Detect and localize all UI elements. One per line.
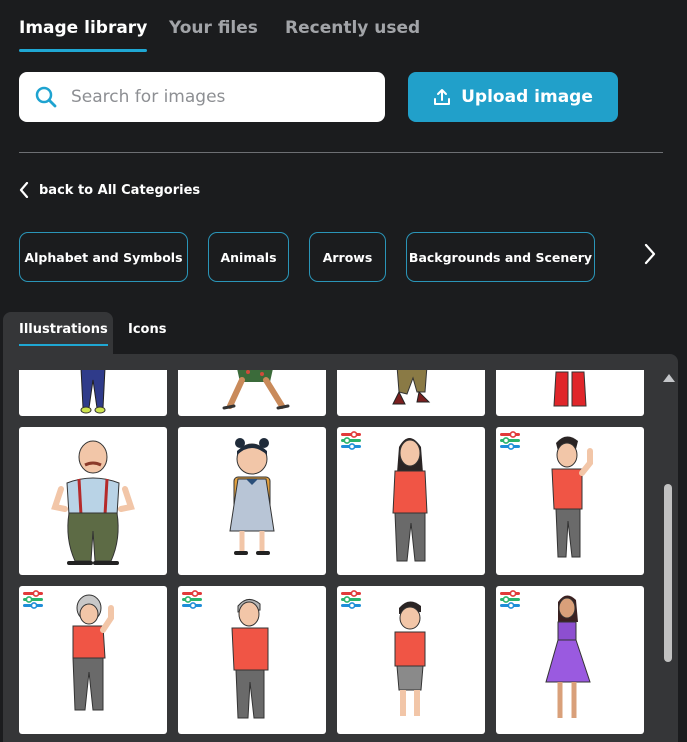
asset-type-tabs: Illustrations Icons bbox=[0, 312, 687, 356]
search-input[interactable] bbox=[71, 72, 371, 122]
person-legs-illustration bbox=[80, 370, 106, 414]
person-legs-illustration bbox=[222, 370, 290, 410]
illustrations-panel bbox=[3, 354, 678, 742]
person-legs-illustration bbox=[392, 370, 431, 405]
tab-illustrations[interactable]: Illustrations bbox=[19, 322, 108, 346]
image-card[interactable] bbox=[496, 586, 644, 734]
back-link-label: back to All Categories bbox=[39, 182, 201, 198]
search-box bbox=[19, 72, 385, 122]
category-chip-animals[interactable]: Animals bbox=[208, 232, 289, 282]
image-card[interactable] bbox=[496, 427, 644, 575]
tab-image-library[interactable]: Image library bbox=[19, 18, 148, 52]
image-grid-scrollbar[interactable] bbox=[660, 370, 676, 742]
image-card[interactable] bbox=[178, 586, 326, 734]
image-card[interactable] bbox=[178, 370, 326, 416]
image-card[interactable] bbox=[19, 370, 167, 416]
category-chip-backgrounds-and-scenery[interactable]: Backgrounds and Scenery bbox=[406, 232, 595, 282]
back-to-categories-link[interactable]: back to All Categories bbox=[19, 182, 200, 198]
tab-your-files[interactable]: Your files bbox=[169, 18, 258, 38]
image-card[interactable] bbox=[178, 427, 326, 575]
girl-with-backpack-illustration bbox=[229, 438, 275, 555]
customizable-badge-icon bbox=[500, 431, 520, 450]
image-card[interactable] bbox=[337, 586, 485, 734]
image-card[interactable] bbox=[19, 586, 167, 734]
tab-icons[interactable]: Icons bbox=[128, 322, 166, 337]
person-legs-illustration bbox=[553, 371, 587, 407]
category-chip-alphabet-and-symbols[interactable]: Alphabet and Symbols bbox=[19, 232, 188, 282]
customizable-badge-icon bbox=[182, 590, 202, 609]
tab-recently-used[interactable]: Recently used bbox=[285, 18, 420, 38]
customizable-badge-icon bbox=[23, 590, 43, 609]
divider bbox=[19, 152, 663, 153]
search-icon bbox=[35, 86, 57, 108]
upload-label: Upload image bbox=[461, 87, 593, 107]
bald-man-illustration bbox=[51, 440, 135, 565]
scroll-up-arrow-icon[interactable] bbox=[663, 374, 675, 382]
category-chip-arrows[interactable]: Arrows bbox=[309, 232, 386, 282]
image-card[interactable] bbox=[496, 370, 644, 416]
image-card[interactable] bbox=[19, 427, 167, 575]
upload-image-button[interactable]: Upload image bbox=[408, 72, 618, 122]
customizable-badge-icon bbox=[341, 590, 361, 609]
image-grid bbox=[19, 370, 659, 742]
image-card[interactable] bbox=[337, 427, 485, 575]
scrollbar-thumb[interactable] bbox=[664, 484, 672, 662]
chevron-right-icon[interactable] bbox=[643, 243, 657, 265]
customizable-badge-icon bbox=[341, 431, 361, 450]
customizable-badge-icon bbox=[500, 590, 520, 609]
image-card[interactable] bbox=[337, 370, 485, 416]
category-chips: Alphabet and Symbols Animals Arrows Back… bbox=[19, 232, 639, 282]
chevron-left-icon bbox=[19, 182, 29, 198]
upload-icon bbox=[434, 89, 451, 105]
